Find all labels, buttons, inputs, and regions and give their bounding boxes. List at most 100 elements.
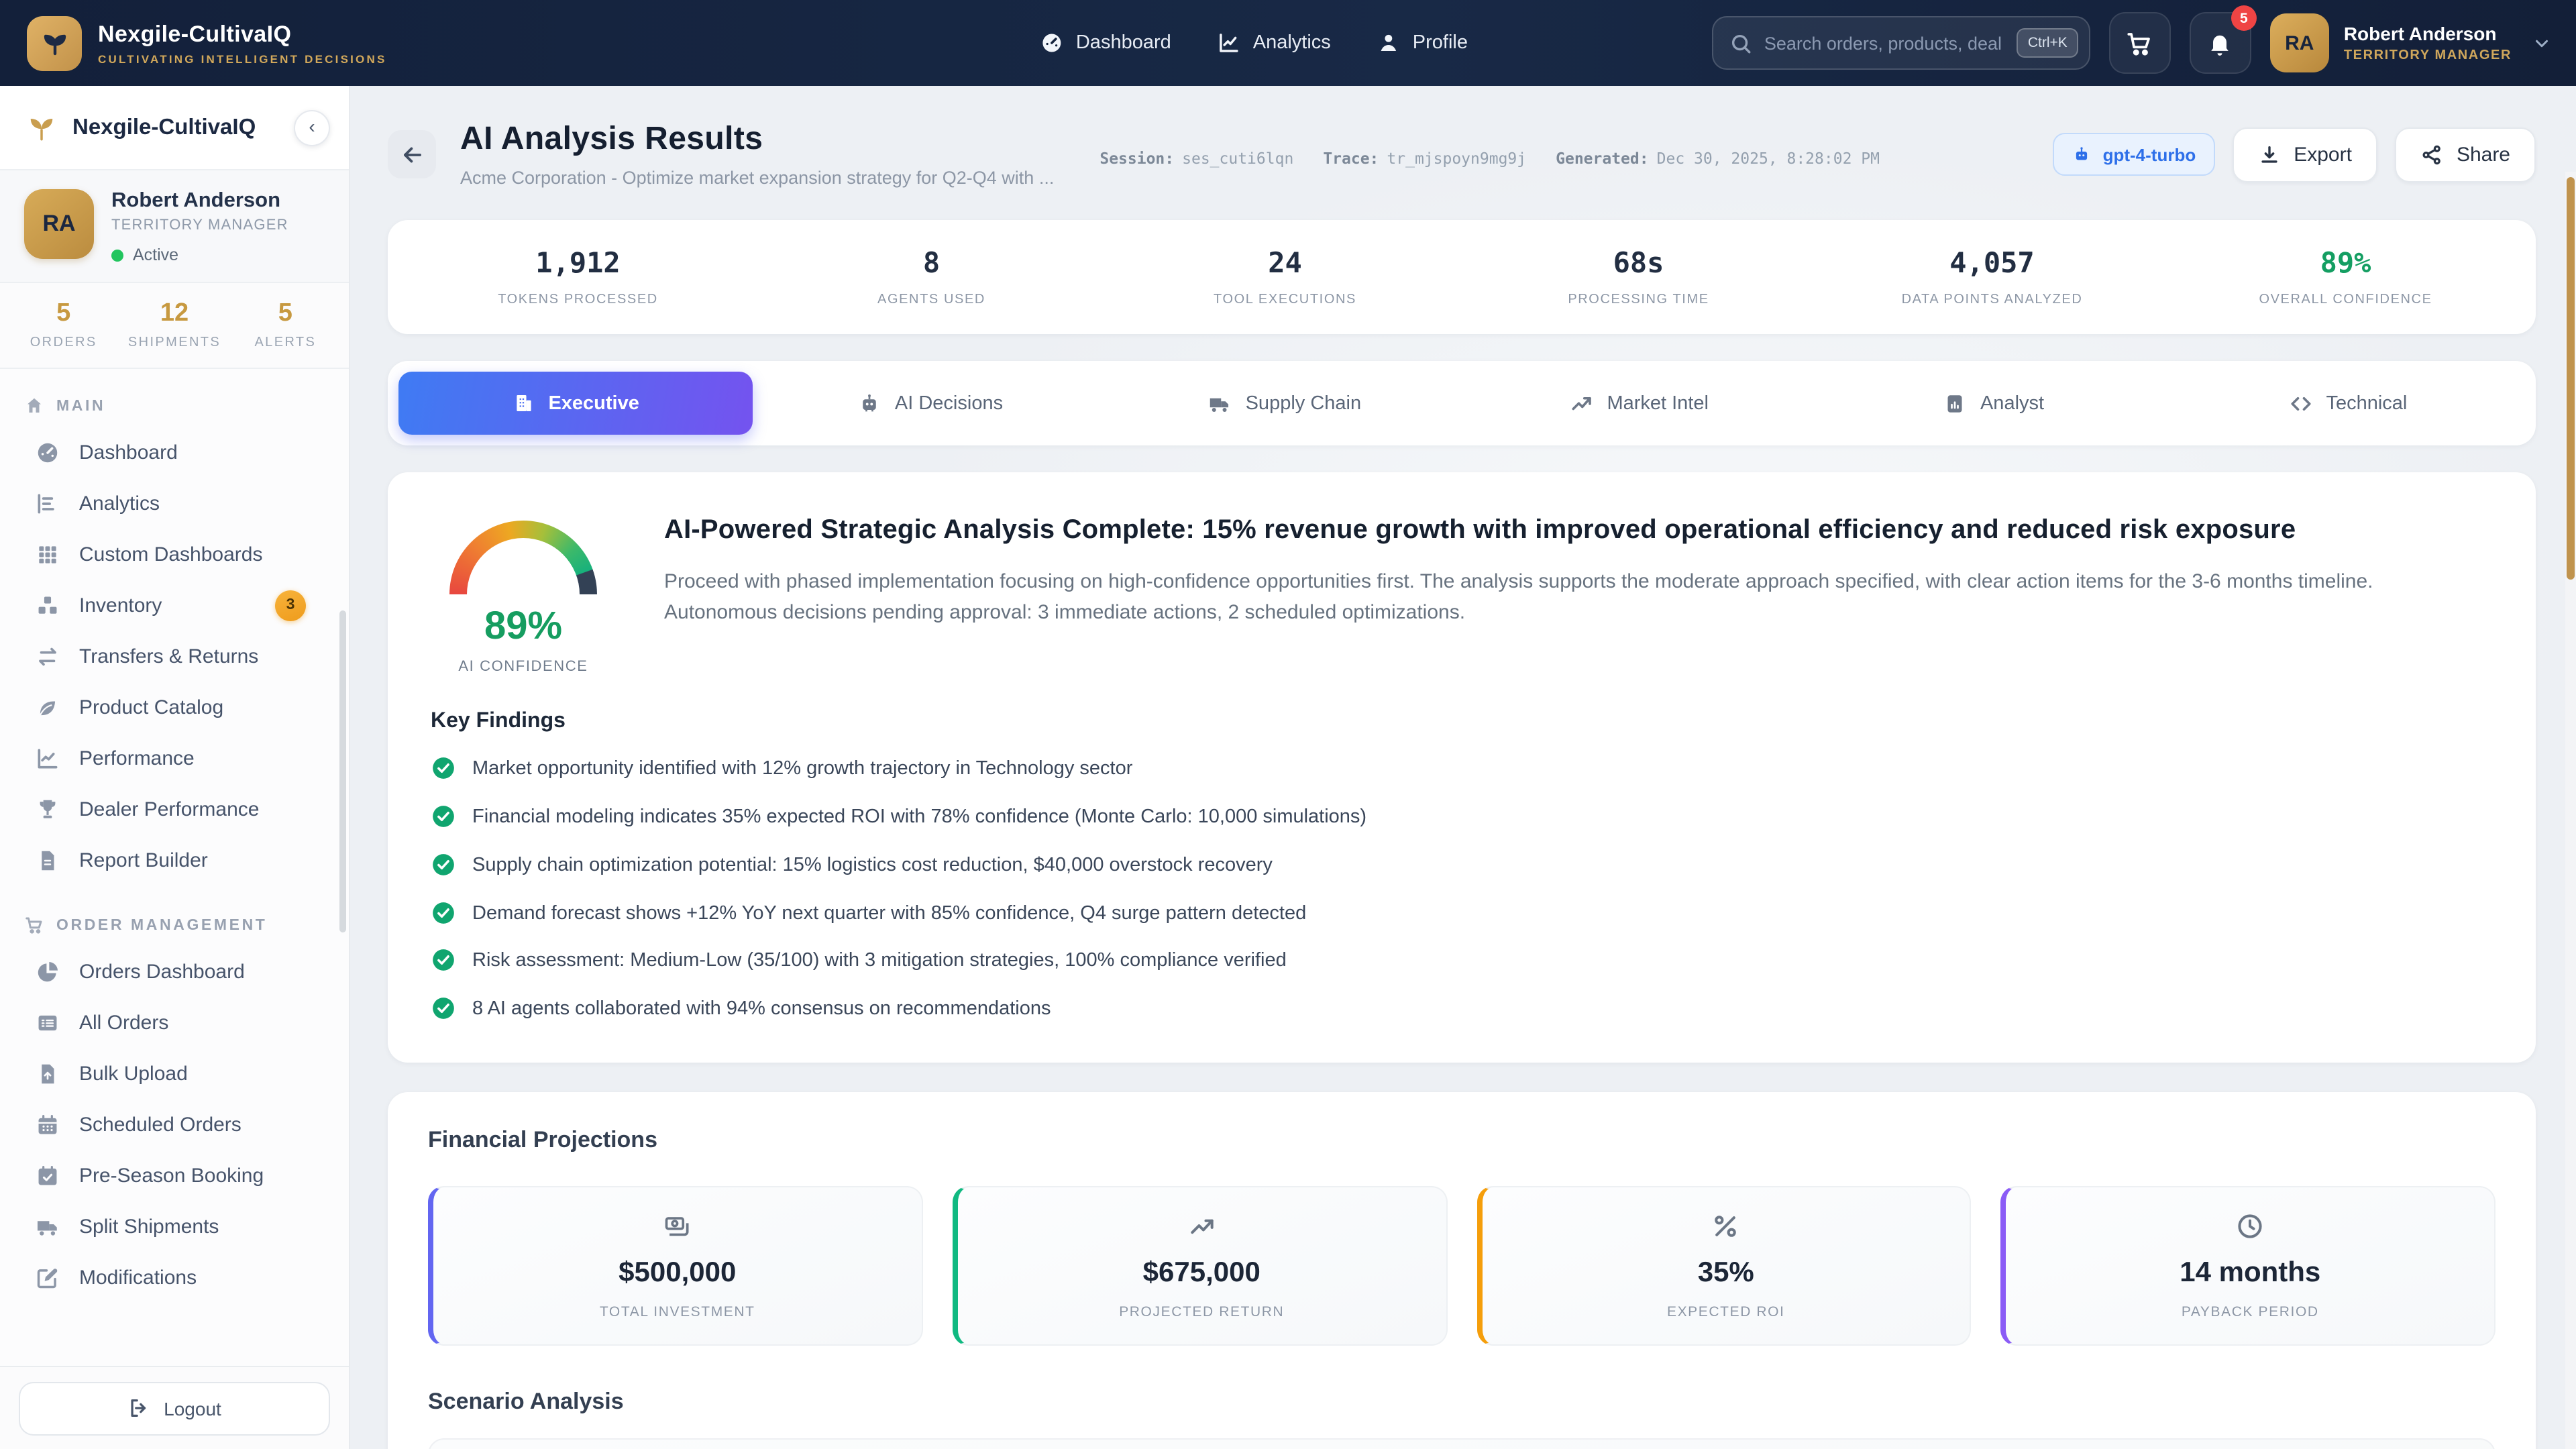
finding-item: Demand forecast shows +12% YoY next quar… [428, 900, 2490, 926]
tab-ai-decisions[interactable]: AI Decisions [753, 372, 1107, 435]
topnav-dashboard[interactable]: Dashboard [1040, 31, 1171, 55]
robot-icon [857, 391, 881, 415]
stat-alerts[interactable]: 5 ALERTS [230, 299, 341, 350]
tab-market-intel[interactable]: Market Intel [1462, 372, 1816, 435]
key-findings-title: Key Findings [431, 710, 2490, 734]
sidebar-item-dealer-performance[interactable]: Dealer Performance [0, 784, 349, 835]
stat-shipments[interactable]: 12 SHIPMENTS [119, 299, 229, 350]
sidebar-item-scheduled-orders[interactable]: Scheduled Orders [0, 1099, 349, 1150]
code-icon [2288, 391, 2312, 415]
sidebar-item-all-orders[interactable]: All Orders [0, 997, 349, 1048]
sidebar-menu: MAIN Dashboard Analytics Custom Dashboar… [0, 369, 349, 1366]
financial-projections-card: Financial Projections $500,000 TOTAL INV… [388, 1092, 2536, 1449]
notification-count-badge: 5 [2231, 5, 2257, 31]
check-circle-icon [431, 900, 456, 925]
metric-value: 14 months [2180, 1257, 2320, 1289]
sidebar-collapse-button[interactable]: ‹ [294, 109, 330, 146]
sidebar-item-transfers-returns[interactable]: Transfers & Returns [0, 631, 349, 682]
tab-analyst[interactable]: Analyst [1816, 372, 2170, 435]
seedling-logo-icon [27, 15, 82, 70]
sidebar-item-orders-dashboard[interactable]: Orders Dashboard [0, 946, 349, 997]
user-menu[interactable]: RA Robert Anderson TERRITORY MANAGER [2270, 13, 2552, 72]
topnav-analytics[interactable]: Analytics [1217, 31, 1331, 55]
stat-orders-value: 5 [8, 299, 119, 329]
sidebar-avatar: RA [24, 189, 94, 259]
page-subtitle: Acme Corporation - Optimize market expan… [460, 168, 1054, 188]
sidebar-item-inventory[interactable]: Inventory 3 [0, 580, 349, 631]
model-badge[interactable]: gpt-4-turbo [2053, 133, 2215, 176]
section-order-management-label: ORDER MANAGEMENT [56, 917, 267, 933]
list-icon [35, 1010, 60, 1035]
metric-label: PROJECTED RETURN [1119, 1304, 1284, 1320]
inventory-badge: 3 [275, 590, 306, 621]
export-button[interactable]: Export [2232, 127, 2377, 182]
page-title: AI Analysis Results [460, 121, 1054, 158]
topnav-profile[interactable]: Profile [1377, 31, 1468, 55]
sidebar-item-product-catalog[interactable]: Product Catalog [0, 682, 349, 733]
stat-value: 68s [1462, 247, 1815, 279]
clock-icon [2235, 1212, 2265, 1241]
logout-label: Logout [164, 1397, 221, 1419]
finding-item: Supply chain optimization potential: 15%… [428, 851, 2490, 878]
sidebar-item-split-shipments[interactable]: Split Shipments [0, 1201, 349, 1252]
page-scrollbar[interactable] [2565, 172, 2576, 1449]
sidebar-item-report-builder[interactable]: Report Builder [0, 835, 349, 885]
stat-orders[interactable]: 5 ORDERS [8, 299, 119, 350]
stat-datapoints: 4,057 DATA POINTS ANALYZED [1815, 247, 2169, 307]
stat-value: 89% [2169, 247, 2522, 279]
stat-label: TOKENS PROCESSED [401, 292, 755, 307]
sidebar-item-analytics[interactable]: Analytics [0, 478, 349, 529]
sidebar-item-modifications[interactable]: Modifications [0, 1252, 349, 1303]
transfer-arrows-icon [35, 643, 60, 669]
sidebar-item-pre-season-booking[interactable]: Pre-Season Booking [0, 1150, 349, 1201]
logout-button[interactable]: Logout [19, 1381, 330, 1435]
brand-text: Nexgile-CultivaIQ CULTIVATING INTELLIGEN… [98, 21, 387, 65]
sidebar-item-dashboard[interactable]: Dashboard [0, 427, 349, 478]
stat-confidence: 89% OVERALL CONFIDENCE [2169, 247, 2522, 307]
item-label: Split Shipments [79, 1215, 219, 1238]
export-label: Export [2294, 143, 2352, 166]
sidebar-item-custom-dashboards[interactable]: Custom Dashboards [0, 529, 349, 580]
sidebar-item-performance[interactable]: Performance [0, 733, 349, 784]
finding-item: Financial modeling indicates 35% expecte… [428, 804, 2490, 830]
sidebar-scrollbar-thumb[interactable] [339, 610, 346, 932]
tab-technical[interactable]: Technical [2171, 372, 2525, 435]
tab-executive[interactable]: Executive [398, 372, 753, 435]
leaf-icon [35, 694, 60, 720]
bar-panel-icon [1943, 391, 1967, 415]
financial-projections-title: Financial Projections [428, 1127, 2496, 1154]
main-content: AI Analysis Results Acme Corporation - O… [350, 86, 2576, 1449]
stat-alerts-value: 5 [230, 299, 341, 329]
global-search[interactable]: Ctrl+K [1712, 16, 2090, 70]
finding-item: 8 AI agents collaborated with 94% consen… [428, 996, 2490, 1022]
finding-text: Market opportunity identified with 12% g… [472, 755, 1132, 782]
banknotes-icon [663, 1212, 692, 1241]
item-label: Orders Dashboard [79, 960, 245, 983]
trending-up-icon [1569, 391, 1593, 415]
item-label: Scheduled Orders [79, 1113, 241, 1136]
back-button[interactable] [388, 130, 436, 178]
tab-label: Market Intel [1607, 392, 1709, 414]
boxes-icon [35, 592, 60, 618]
notifications-button[interactable]: 5 [2190, 12, 2251, 74]
user-meta: Robert Anderson TERRITORY MANAGER [2344, 23, 2512, 63]
stat-shipments-label: SHIPMENTS [119, 335, 229, 350]
sidebar-item-bulk-upload[interactable]: Bulk Upload [0, 1048, 349, 1099]
search-icon [1729, 32, 1752, 54]
share-icon [2420, 143, 2443, 166]
search-input[interactable] [1764, 33, 2005, 53]
page-scrollbar-thumb[interactable] [2567, 177, 2575, 580]
check-circle-icon [431, 755, 456, 781]
stat-label: PROCESSING TIME [1462, 292, 1815, 307]
trophy-icon [35, 796, 60, 822]
metric-projected-return: $675,000 PROJECTED RETURN [953, 1186, 1448, 1346]
item-label: Report Builder [79, 849, 208, 871]
tab-supply-chain[interactable]: Supply Chain [1108, 372, 1462, 435]
chart-icon [1217, 31, 1241, 55]
arrow-left-icon [399, 142, 425, 167]
check-circle-icon [431, 851, 456, 877]
share-button[interactable]: Share [2395, 127, 2536, 182]
cart-button[interactable] [2109, 12, 2171, 74]
page-title-block: AI Analysis Results Acme Corporation - O… [460, 121, 1054, 188]
metric-value: $500,000 [619, 1257, 736, 1289]
